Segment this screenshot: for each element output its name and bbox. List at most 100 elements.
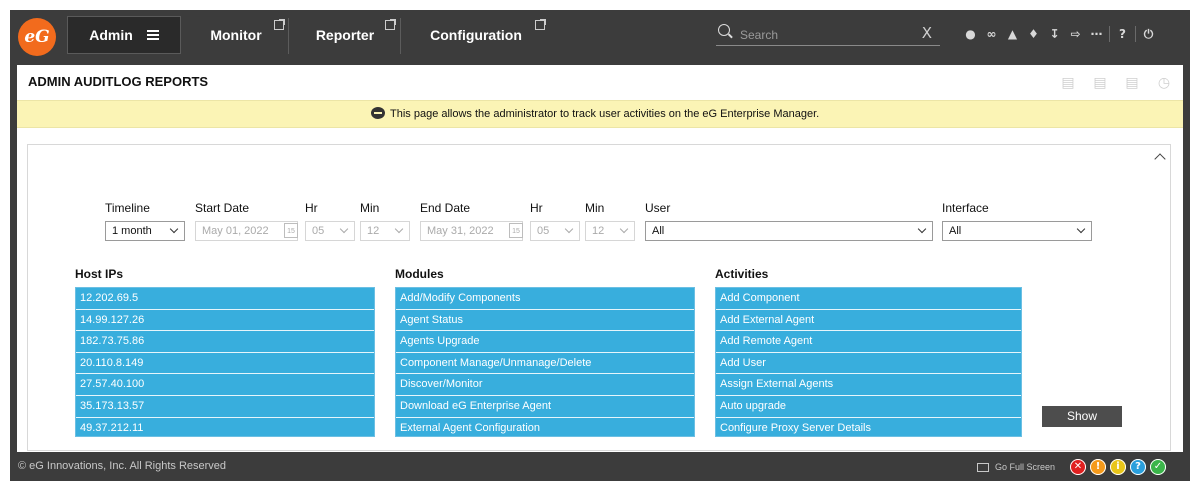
- start-min-select[interactable]: 12: [360, 221, 410, 241]
- list-item[interactable]: 49.37.212.11: [76, 418, 374, 436]
- interface-label: Interface: [942, 201, 989, 215]
- chevron-down-icon: [339, 224, 349, 234]
- end-date-label: End Date: [420, 201, 471, 215]
- toolbar-divider: [1109, 26, 1110, 42]
- host-ips-list[interactable]: 12.202.69.5 14.99.127.26 182.73.75.86 20…: [75, 287, 375, 437]
- list-item[interactable]: 182.73.75.86: [76, 331, 374, 353]
- start-hr-label: Hr: [305, 201, 318, 215]
- clear-search-icon[interactable]: X: [922, 24, 932, 42]
- major-icon[interactable]: !: [1090, 459, 1106, 475]
- chevron-up-icon[interactable]: [1154, 153, 1166, 165]
- external-link-icon: [535, 19, 546, 30]
- start-hr-select[interactable]: 05: [305, 221, 355, 241]
- calendar-icon[interactable]: 15: [284, 223, 298, 238]
- activities-title: Activities: [715, 267, 769, 281]
- interface-value: All: [949, 225, 962, 237]
- link-icon[interactable]: ∞: [981, 27, 1002, 41]
- start-date-label: Start Date: [195, 201, 250, 215]
- modules-list[interactable]: Add/Modify Components Agent Status Agent…: [395, 287, 695, 437]
- user-select[interactable]: All: [645, 221, 933, 241]
- chevron-down-icon: [619, 224, 629, 234]
- power-icon[interactable]: ⏻: [1138, 27, 1159, 42]
- end-hr-label: Hr: [530, 201, 543, 215]
- toolbar-icons: ● ∞ ▲ ♦ ↧ ⇨ ⋯ ? ⏻: [960, 26, 1159, 42]
- list-item[interactable]: Assign External Agents: [716, 374, 1021, 396]
- list-item[interactable]: 20.110.8.149: [76, 353, 374, 375]
- full-screen-button[interactable]: Go Full Screen: [977, 462, 1055, 472]
- toolbar-divider: [1135, 26, 1136, 42]
- list-item[interactable]: Download eG Enterprise Agent: [396, 396, 694, 418]
- timeline-select[interactable]: 1 month: [105, 221, 185, 241]
- print-icon[interactable]: ▤: [1089, 75, 1111, 93]
- modules-title: Modules: [395, 267, 444, 281]
- excel-icon[interactable]: ▤: [1121, 75, 1143, 93]
- full-screen-label: Go Full Screen: [995, 462, 1056, 472]
- list-item[interactable]: 12.202.69.5: [76, 288, 374, 310]
- tab-admin[interactable]: Admin: [67, 16, 181, 54]
- start-date-value: May 01, 2022: [202, 225, 269, 237]
- list-item[interactable]: 35.173.13.57: [76, 396, 374, 418]
- tab-admin-label: Admin: [89, 27, 133, 43]
- copyright-text: © eG Innovations, Inc. All Rights Reserv…: [18, 460, 227, 472]
- list-item[interactable]: External Agent Configuration: [396, 418, 694, 436]
- tab-configuration[interactable]: Configuration: [403, 16, 549, 54]
- menu-icon[interactable]: [146, 28, 159, 42]
- list-item[interactable]: Add External Agent: [716, 310, 1021, 332]
- list-item[interactable]: Auto upgrade: [716, 396, 1021, 418]
- search-input[interactable]: [738, 25, 912, 45]
- normal-icon[interactable]: ✓: [1150, 459, 1166, 475]
- end-hr-select[interactable]: 05: [530, 221, 580, 241]
- list-item[interactable]: Agents Upgrade: [396, 331, 694, 353]
- schedule-icon[interactable]: ◷: [1153, 75, 1175, 93]
- end-date-field[interactable]: May 31, 2022 15: [420, 221, 523, 241]
- user-icon[interactable]: ●: [960, 27, 981, 41]
- list-item[interactable]: 27.57.40.100: [76, 374, 374, 396]
- app-frame: eG Admin Monitor Reporter Configuration …: [10, 10, 1190, 481]
- interface-select[interactable]: All: [942, 221, 1092, 241]
- page-actions: ▤ ▤ ▤ ◷: [1047, 75, 1175, 93]
- info-banner: This page allows the administrator to tr…: [17, 100, 1183, 128]
- tab-reporter-label: Reporter: [315, 27, 375, 43]
- end-min-label: Min: [585, 201, 605, 215]
- calendar-icon[interactable]: 15: [509, 223, 523, 238]
- pdf-icon[interactable]: ▤: [1057, 75, 1079, 93]
- download-icon[interactable]: ↧: [1044, 27, 1065, 41]
- alarm-status-bar: ✕ ! i ? ✓: [1066, 459, 1166, 475]
- page-title: ADMIN AUDITLOG REPORTS: [28, 74, 209, 89]
- list-item[interactable]: Component Manage/Unmanage/Delete: [396, 353, 694, 375]
- activities-list[interactable]: Add Component Add External Agent Add Rem…: [715, 287, 1022, 437]
- list-item[interactable]: Add Component: [716, 288, 1021, 310]
- host-ips-title: Host IPs: [75, 267, 124, 281]
- help-icon[interactable]: ?: [1112, 27, 1133, 41]
- list-item[interactable]: 14.99.127.26: [76, 310, 374, 332]
- fullscreen-icon: [977, 462, 989, 472]
- show-button[interactable]: Show: [1042, 406, 1122, 427]
- unknown-icon[interactable]: ?: [1130, 459, 1146, 475]
- start-min-label: Min: [360, 201, 380, 215]
- tab-reporter[interactable]: Reporter: [291, 16, 399, 54]
- list-item[interactable]: Configure Proxy Server Details: [716, 418, 1021, 436]
- user-value: All: [652, 225, 665, 237]
- minor-icon[interactable]: i: [1110, 459, 1126, 475]
- tab-monitor[interactable]: Monitor: [184, 16, 288, 54]
- more-icon[interactable]: ⋯: [1086, 27, 1107, 41]
- list-item[interactable]: Agent Status: [396, 310, 694, 332]
- end-min-value: 12: [592, 225, 605, 237]
- main-content: ADMIN AUDITLOG REPORTS ▤ ▤ ▤ ◷ This page…: [17, 65, 1183, 452]
- start-date-field[interactable]: May 01, 2022 15: [195, 221, 298, 241]
- top-nav: eG Admin Monitor Reporter Configuration …: [10, 10, 1190, 60]
- sign-out-icon[interactable]: ⇨: [1065, 27, 1086, 41]
- list-item[interactable]: Add Remote Agent: [716, 331, 1021, 353]
- end-min-select[interactable]: 12: [585, 221, 635, 241]
- list-item[interactable]: Discover/Monitor: [396, 374, 694, 396]
- list-item[interactable]: Add User: [716, 353, 1021, 375]
- critical-icon[interactable]: ✕: [1070, 459, 1086, 475]
- chevron-down-icon: [1076, 224, 1086, 234]
- list-item[interactable]: Add/Modify Components: [396, 288, 694, 310]
- search-icon: [718, 24, 730, 36]
- end-hr-value: 05: [537, 225, 550, 237]
- alert-triangle-icon[interactable]: ▲: [1002, 27, 1023, 41]
- eg-logo[interactable]: eG: [18, 18, 56, 56]
- bell-icon[interactable]: ♦: [1023, 27, 1044, 41]
- search-box: X: [716, 23, 940, 46]
